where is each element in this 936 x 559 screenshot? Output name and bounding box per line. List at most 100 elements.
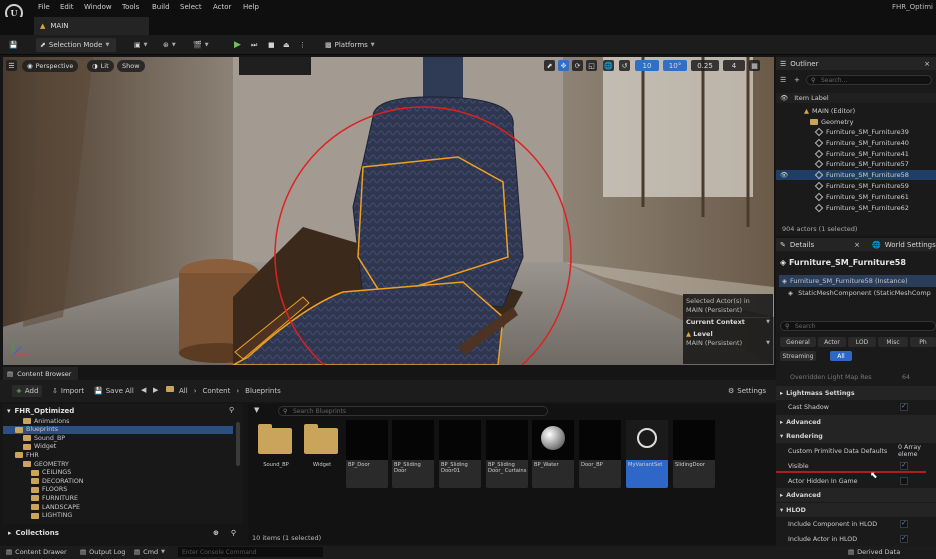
content-browser-tab[interactable]: ▤ Content Browser bbox=[3, 367, 78, 380]
blueprint-tile[interactable]: BP_Sliding Door01 bbox=[439, 420, 481, 488]
menu-help[interactable]: Help bbox=[243, 3, 259, 11]
filter-actor[interactable]: Actor bbox=[818, 337, 846, 347]
tree-item[interactable]: DECORATION bbox=[3, 477, 233, 485]
outliner-tab[interactable]: ☰ Outliner × bbox=[776, 57, 936, 70]
instance-row[interactable]: ◈ Furniture_SM_Furniture58 (Instance) bbox=[779, 275, 936, 287]
outliner-header[interactable]: 👁 Item Label bbox=[776, 93, 936, 103]
component-row[interactable]: ◈ StaticMeshComponent (StaticMeshComp bbox=[788, 289, 931, 297]
folder-tile[interactable]: Sound_BP bbox=[254, 420, 296, 488]
outliner-search-input[interactable]: ⚲ Search... bbox=[806, 75, 932, 85]
blueprint-tile[interactable]: BP_Sliding Door_ Curtains bbox=[486, 420, 528, 488]
content-drawer-button[interactable]: ▤ Content Drawer bbox=[6, 548, 67, 556]
details-property[interactable]: Include Actor in HLOD bbox=[776, 532, 936, 546]
tree-item[interactable]: LIGHTING bbox=[3, 512, 233, 520]
checkbox[interactable] bbox=[900, 461, 908, 470]
details-category[interactable]: ▸ Lightmass Settings bbox=[776, 386, 936, 400]
breadcrumb-content[interactable]: Content bbox=[203, 387, 231, 395]
menu-window[interactable]: Window bbox=[84, 3, 112, 11]
add-button[interactable]: + Add bbox=[12, 385, 43, 397]
blueprints-button[interactable]: ⊛ ▼ bbox=[163, 38, 176, 52]
current-context-row[interactable]: Current Context ▼ bbox=[686, 317, 770, 327]
outliner-item[interactable]: 👁 Furniture_SM_Furniture58 bbox=[776, 170, 936, 181]
menu-actor[interactable]: Actor bbox=[213, 3, 231, 11]
tree-item[interactable]: Animations bbox=[3, 417, 233, 425]
checkbox[interactable] bbox=[900, 534, 908, 543]
checkbox[interactable] bbox=[900, 519, 908, 528]
tree-item[interactable]: FLOORS bbox=[3, 486, 233, 494]
outliner-folder-geometry[interactable]: Geometry bbox=[776, 117, 936, 127]
search-icon[interactable]: ⚲ bbox=[229, 406, 234, 414]
menu-file[interactable]: File bbox=[38, 3, 50, 11]
details-category[interactable]: ▾ HLOD bbox=[776, 503, 936, 517]
level-tab-main[interactable]: ▲ MAIN bbox=[34, 17, 149, 35]
filter-lod[interactable]: LOD bbox=[848, 337, 876, 347]
filter-misc[interactable]: Misc bbox=[878, 337, 908, 347]
stop-button[interactable]: ■ bbox=[268, 38, 275, 52]
rotate-tool-icon[interactable]: ⟳ bbox=[572, 60, 583, 71]
camera-speed-button[interactable]: 4 bbox=[723, 60, 745, 71]
add-collection-icon[interactable]: ⊕ bbox=[213, 529, 219, 537]
viewport-menu-icon[interactable]: ☰ bbox=[6, 60, 17, 71]
folder-tile[interactable]: Widget bbox=[300, 420, 342, 488]
outliner-item[interactable]: Furniture_SM_Furniture57 bbox=[776, 159, 936, 169]
menu-tools[interactable]: Tools bbox=[122, 3, 139, 11]
menu-build[interactable]: Build bbox=[152, 3, 170, 11]
details-tab-label[interactable]: Details bbox=[790, 241, 814, 249]
history-back-icon[interactable]: ◀ bbox=[141, 386, 146, 394]
menu-edit[interactable]: Edit bbox=[60, 3, 74, 11]
settings-button[interactable]: ⚙ Settings bbox=[728, 387, 766, 395]
cinematics-button[interactable]: 🎬 ▼ bbox=[193, 38, 209, 52]
details-category[interactable]: ▸ Advanced bbox=[776, 488, 936, 502]
save-icon[interactable]: 💾 bbox=[9, 38, 18, 52]
details-category[interactable]: ▾ Rendering bbox=[776, 429, 936, 443]
filter-icon[interactable]: ▼ bbox=[254, 406, 259, 414]
eject-button[interactable]: ⏏ bbox=[283, 38, 290, 52]
outliner-item[interactable]: Furniture_SM_Furniture39 bbox=[776, 127, 936, 137]
filter-streaming[interactable]: Streaming bbox=[780, 351, 816, 361]
add-content-button[interactable]: ▣ ▼ bbox=[134, 38, 147, 52]
tree-item[interactable]: FHR bbox=[3, 451, 233, 459]
details-property[interactable]: Include Component in HLOD bbox=[776, 517, 936, 531]
blueprint-tile[interactable]: MyVariantSet bbox=[626, 420, 668, 488]
menu-select[interactable]: Select bbox=[180, 3, 202, 11]
eye-icon[interactable]: 👁 bbox=[780, 94, 788, 102]
perspective-button[interactable]: ◉ Perspective bbox=[22, 60, 79, 72]
tree-item[interactable]: Blueprints bbox=[3, 425, 233, 434]
more-options-icon[interactable]: ⋮ bbox=[299, 38, 306, 52]
blueprint-search-input[interactable]: ⚲ Search Blueprints bbox=[278, 406, 548, 416]
tree-item[interactable]: LANDSCAPE bbox=[3, 503, 233, 511]
close-icon[interactable]: × bbox=[854, 241, 860, 249]
outliner-item[interactable]: Furniture_SM_Furniture41 bbox=[776, 149, 936, 159]
breadcrumb-blueprints[interactable]: Blueprints bbox=[245, 387, 281, 395]
history-forward-icon[interactable]: ▶ bbox=[153, 386, 158, 394]
details-category[interactable]: ▸ Advanced bbox=[776, 415, 936, 429]
tree-item[interactable]: CEILINGS bbox=[3, 469, 233, 477]
grid-snap-button[interactable]: 10 bbox=[635, 60, 659, 71]
step-button[interactable]: ⏭ bbox=[251, 38, 257, 52]
filter-all[interactable]: All bbox=[830, 351, 852, 361]
level-viewport[interactable]: ☰ ◉ Perspective ◑ Lit Show ⬈ ✥ ⟳ ◱ 🌐 ↺ 1… bbox=[3, 57, 774, 365]
checkbox[interactable] bbox=[900, 402, 908, 411]
tree-item[interactable]: GEOMETRY bbox=[3, 460, 233, 468]
level-value-dropdown[interactable]: MAIN (Persistent) ▼ bbox=[686, 339, 770, 348]
move-tool-icon[interactable]: ✥ bbox=[558, 60, 569, 71]
breadcrumb-all[interactable]: All bbox=[179, 387, 188, 395]
maximize-viewport-icon[interactable]: ▦ bbox=[749, 60, 760, 71]
viewport-scene[interactable] bbox=[3, 57, 774, 365]
close-icon[interactable]: × bbox=[924, 60, 930, 68]
scale-tool-icon[interactable]: ◱ bbox=[586, 60, 597, 71]
output-log-button[interactable]: ▤ Output Log bbox=[80, 548, 125, 556]
blueprint-tile[interactable]: Door_BP bbox=[579, 420, 621, 488]
eye-icon[interactable]: 👁 bbox=[780, 171, 788, 179]
tree-item[interactable]: Sound_BP bbox=[3, 434, 233, 442]
outliner-item[interactable]: Furniture_SM_Furniture61 bbox=[776, 192, 936, 202]
details-property[interactable]: Cast Shadow bbox=[776, 400, 936, 414]
blueprint-tile[interactable]: BP_Door bbox=[346, 420, 388, 488]
rotation-snap-button[interactable]: 10° bbox=[663, 60, 687, 71]
world-settings-tab[interactable]: World Settings bbox=[885, 241, 936, 249]
blueprint-tile[interactable]: BP_Water bbox=[532, 420, 574, 488]
outliner-item[interactable]: Furniture_SM_Furniture40 bbox=[776, 138, 936, 148]
world-local-icon[interactable]: 🌐 bbox=[603, 60, 614, 71]
surface-snap-icon[interactable]: ↺ bbox=[619, 60, 630, 71]
details-property[interactable]: Custom Primitive Data Defaults 0 Array el… bbox=[776, 444, 936, 458]
